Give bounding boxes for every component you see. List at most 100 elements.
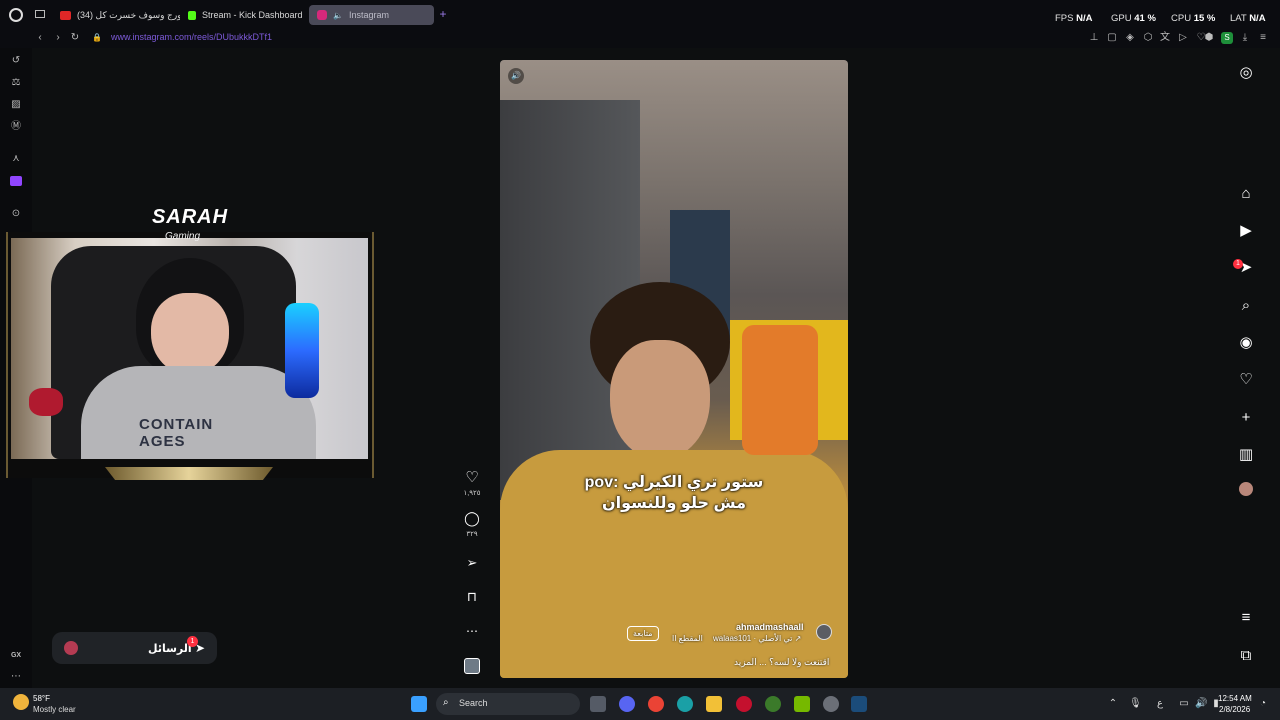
steam-icon[interactable]	[851, 696, 867, 712]
instagram-logo-icon[interactable]: ◎	[1236, 63, 1256, 83]
tab-instagram[interactable]: 🔈 Instagram	[309, 5, 434, 25]
menu-icon[interactable]: ≡	[1236, 608, 1256, 628]
create-icon[interactable]: +	[1236, 408, 1256, 428]
speed-dial-icon[interactable]: ↺	[10, 56, 22, 66]
also-from-meta-icon[interactable]: ⧉	[1236, 646, 1256, 666]
comment-button[interactable]: ◯ ٣٢٩	[457, 510, 487, 538]
task-view-icon[interactable]	[590, 696, 606, 712]
like-button[interactable]: ♡ ١,٩٢٥	[457, 468, 487, 497]
reel-video[interactable]: 🔊 pov: ستور تري الكيرلي مش حلو وللنسوان …	[500, 60, 848, 678]
webcam-feed: CONTAIN AGES	[11, 238, 368, 459]
twitch-icon[interactable]	[10, 176, 22, 186]
search-icon[interactable]: ⌕	[1236, 296, 1256, 316]
gx-control-icon[interactable]: ⚖	[10, 78, 22, 88]
reel-description[interactable]: اقتنعت ولا لسه؟ ... المزيد	[734, 657, 829, 668]
shield-icon[interactable]: ◈	[1125, 33, 1135, 43]
pin-icon[interactable]: ⊥	[1089, 33, 1099, 43]
audio-info[interactable]: walaas101 · تي الأصلي ↗	[713, 634, 801, 643]
follow-button[interactable]: متابعة	[627, 626, 659, 641]
messages-label: الرسائل	[148, 643, 192, 655]
more-icon: ⋯	[466, 624, 478, 638]
reel-caption-line1: pov: ستور تري الكيرلي	[584, 474, 764, 491]
edge-icon[interactable]	[677, 696, 693, 712]
address-bar: ‹ › ↻ 🔒 www.instagram.com/reels/DUbukkkD…	[0, 30, 1280, 48]
tab-youtube-label: (34) جورج وسوف خسرت كل	[77, 9, 180, 20]
clock-date[interactable]: 2/8/2026	[1219, 705, 1250, 714]
avatar	[64, 641, 78, 655]
url-field[interactable]: www.instagram.com/reels/DUbukkkDTf1	[111, 32, 272, 42]
settings-icon[interactable]	[823, 696, 839, 712]
clock-time[interactable]: 12:54 AM	[1218, 694, 1252, 703]
arc-icon[interactable]: ⋏	[10, 154, 22, 164]
audio-thumbnail[interactable]	[464, 658, 480, 674]
forward-icon[interactable]: ›	[53, 33, 63, 43]
opera-gx-taskbar-icon[interactable]	[736, 696, 752, 712]
share-button[interactable]: ➢	[457, 554, 487, 572]
easy-setup-icon[interactable]: ≡	[1258, 33, 1268, 43]
new-tab-button[interactable]: +	[438, 8, 448, 20]
lock-icon: 🔒	[92, 33, 102, 42]
player-icon[interactable]: ⊙	[10, 209, 22, 219]
explore-icon[interactable]: ◉	[1236, 333, 1256, 353]
messages-badge: 1	[187, 636, 198, 647]
perf-lat: LAT N/A	[1230, 13, 1266, 24]
nav-notification-badge: 1	[1233, 259, 1243, 269]
tab-instagram-label: Instagram	[348, 10, 389, 20]
reload-icon[interactable]: ↻	[70, 33, 80, 43]
volume-tray-icon[interactable]: 🔊	[1195, 699, 1207, 709]
snapshot-icon[interactable]: ▢	[1107, 33, 1117, 43]
translate-icon[interactable]: 文	[1160, 33, 1170, 43]
nvidia-icon[interactable]	[794, 696, 810, 712]
tab-kick-label: Stream - Kick Dashboard	[202, 10, 303, 20]
microphone	[285, 303, 319, 398]
save-button[interactable]: ⊓	[457, 588, 487, 606]
gx-cleaner-icon[interactable]: ▨	[10, 100, 22, 110]
more-options-button[interactable]: ⋯	[457, 622, 487, 640]
author-username[interactable]: ahmadmashaall	[736, 622, 804, 632]
notifications-icon[interactable]: ♡	[1236, 370, 1256, 390]
chrome-icon[interactable]	[648, 696, 664, 712]
hoodie-text: CONTAIN AGES	[139, 416, 214, 450]
download-icon[interactable]: ⤓	[1240, 33, 1250, 43]
mute-icon[interactable]: 🔈	[333, 11, 343, 20]
author-avatar[interactable]	[816, 624, 832, 640]
reels-icon[interactable]: ▶	[1236, 221, 1256, 241]
dashboard-icon[interactable]: ▥	[1236, 445, 1256, 465]
search-taskbar-icon: ⌕	[443, 697, 449, 708]
comment-icon: ◯	[464, 510, 480, 526]
start-icon[interactable]	[411, 696, 427, 712]
file-explorer-icon[interactable]	[706, 696, 722, 712]
more-icon[interactable]: ⋯	[10, 672, 22, 682]
xbox-icon[interactable]	[765, 696, 781, 712]
tray-chevron-icon[interactable]: ⌃	[1108, 699, 1118, 709]
search-label: Search	[459, 698, 488, 708]
discord-icon[interactable]	[619, 696, 635, 712]
instagram-icon	[317, 10, 327, 20]
tab-menu-icon[interactable]	[35, 10, 45, 18]
network-icon[interactable]: ▭	[1179, 699, 1189, 709]
flowers	[29, 388, 63, 416]
likes-count: ١,٩٢٥	[463, 490, 481, 497]
play-icon[interactable]: ▷	[1178, 33, 1188, 43]
tab-kick[interactable]: Stream - Kick Dashboard	[180, 5, 308, 25]
mic-icon[interactable]: 🎙	[1129, 699, 1142, 709]
home-icon[interactable]: ⌂	[1236, 184, 1256, 204]
tab-youtube[interactable]: (34) جورج وسوف خسرت كل	[52, 5, 180, 25]
notification-center-icon[interactable]: ◔	[1258, 699, 1268, 709]
language-indicator[interactable]: ع	[1155, 699, 1165, 709]
gx-label[interactable]: GX	[6, 651, 26, 661]
perf-fps: FPS N/A	[1055, 13, 1093, 24]
search-box[interactable]: ⌕ Search	[436, 693, 580, 715]
phone	[742, 325, 818, 455]
extensions-icon[interactable]: ⬢	[1204, 33, 1214, 43]
volume-icon[interactable]: 🔊	[508, 68, 524, 84]
weather-icon[interactable]	[13, 694, 29, 710]
vpn-icon[interactable]: ⬡	[1143, 33, 1153, 43]
messenger-icon[interactable]: Ⓜ	[10, 122, 22, 132]
back-icon[interactable]: ‹	[35, 33, 45, 43]
messages-button[interactable]: الرسائل ➤ 1	[52, 632, 217, 664]
profile-avatar[interactable]	[1236, 482, 1256, 502]
opera-gx-logo-icon[interactable]	[9, 8, 23, 22]
reel-caption-line2: مش حلو وللنسوان	[602, 495, 746, 512]
profile-icon[interactable]: S	[1221, 32, 1233, 44]
